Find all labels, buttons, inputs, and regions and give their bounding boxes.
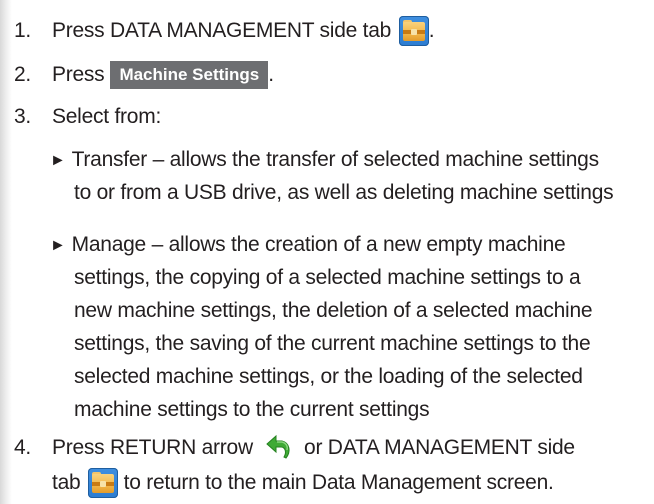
option-text: settings, the copying of a selected mach… (74, 266, 581, 289)
step-1-period: . (428, 19, 435, 42)
option-text: new machine settings, the deletion of a … (74, 299, 593, 322)
step-number: 2. (14, 63, 32, 86)
option-text: to or from a USB drive, as well as delet… (74, 181, 614, 204)
step-3-text: Select from: (52, 105, 162, 128)
option-text: Manage – allows the creation of a new em… (71, 233, 566, 256)
step-number: 1. (14, 19, 32, 42)
step-number: 3. (14, 105, 32, 128)
step-1-text: Press DATA MANAGEMENT side tab (52, 19, 392, 42)
step-number: 4. (14, 436, 32, 459)
return-arrow-icon[interactable] (264, 433, 294, 463)
data-management-tab-icon[interactable] (88, 468, 119, 499)
option-manage-line-6: machine settings to the current settings (74, 394, 430, 426)
option-text: selected machine settings, or the loadin… (74, 365, 583, 388)
machine-settings-button[interactable]: Machine Settings (110, 61, 269, 89)
bullet-arrow-icon: ► (50, 237, 66, 254)
step-2-text: Press (52, 63, 105, 86)
step-4-text: to return to the main Data Management sc… (123, 471, 554, 494)
option-text: machine settings to the current settings (74, 398, 430, 421)
step-4-text: Press RETURN arrow (52, 436, 253, 459)
option-transfer-line-1: ► Transfer – allows the transfer of selec… (50, 144, 599, 178)
step-4-line-2: tab to return to the main Data Managemen… (52, 467, 554, 499)
option-text: Transfer – allows the transfer of select… (71, 148, 599, 171)
page-edge-shadow (0, 0, 12, 504)
option-manage-line-3: new machine settings, the deletion of a … (74, 295, 593, 327)
option-manage-line-1: ► Manage – allows the creation of a new e… (50, 229, 566, 263)
bullet-arrow-icon: ► (50, 152, 66, 169)
option-manage-line-5: selected machine settings, or the loadin… (74, 361, 583, 393)
step-2-period: . (268, 63, 274, 86)
option-manage-line-4: settings, the saving of the current mach… (74, 328, 591, 360)
option-transfer-line-2: to or from a USB drive, as well as delet… (74, 177, 614, 209)
option-text: settings, the saving of the current mach… (74, 332, 591, 355)
step-4-text: tab (52, 471, 81, 494)
option-manage-line-2: settings, the copying of a selected mach… (74, 262, 581, 294)
data-management-tab-icon[interactable] (398, 16, 429, 47)
step-4-text: or DATA MANAGEMENT side (304, 436, 575, 459)
